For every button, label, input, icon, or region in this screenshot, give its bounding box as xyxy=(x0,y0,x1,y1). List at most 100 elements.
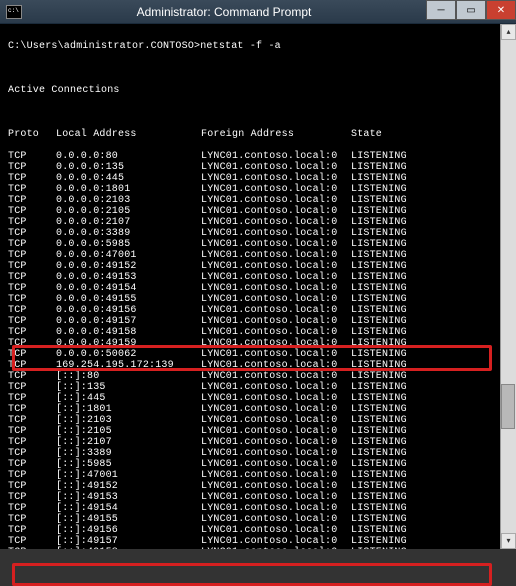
cell-foreign: LYNC01.contoso.local:0 xyxy=(201,536,351,547)
cell-local: [::]:49155 xyxy=(56,514,201,525)
cell-proto: TCP xyxy=(8,173,56,184)
cell-local: [::]:49156 xyxy=(56,525,201,536)
cell-foreign: LYNC01.contoso.local:0 xyxy=(201,481,351,492)
connection-row: TCP0.0.0.0:49154LYNC01.contoso.local:0LI… xyxy=(8,283,508,294)
cell-proto: TCP xyxy=(8,151,56,162)
minimize-button[interactable]: ─ xyxy=(426,0,456,20)
cell-state: LISTENING xyxy=(351,294,407,305)
cell-proto: TCP xyxy=(8,459,56,470)
cell-proto: TCP xyxy=(8,382,56,393)
connection-row: TCP0.0.0.0:49157LYNC01.contoso.local:0LI… xyxy=(8,316,508,327)
close-button[interactable]: ✕ xyxy=(486,0,516,20)
cell-proto: TCP xyxy=(8,360,56,371)
cell-proto: TCP xyxy=(8,206,56,217)
vertical-scrollbar[interactable]: ▴ ▾ xyxy=(500,24,516,549)
cell-state: LISTENING xyxy=(351,393,407,404)
connection-row: TCP0.0.0.0:49152LYNC01.contoso.local:0LI… xyxy=(8,261,508,272)
cell-local: [::]:445 xyxy=(56,393,201,404)
cell-local: [::]:5985 xyxy=(56,459,201,470)
connection-row: TCP[::]:1801LYNC01.contoso.local:0LISTEN… xyxy=(8,404,508,415)
connection-row: TCP0.0.0.0:50062LYNC01.contoso.local:0LI… xyxy=(8,349,508,360)
cell-foreign: LYNC01.contoso.local:0 xyxy=(201,294,351,305)
scroll-thumb[interactable] xyxy=(501,384,515,429)
window-controls: ─ ▭ ✕ xyxy=(426,0,516,23)
cell-proto: TCP xyxy=(8,184,56,195)
cell-proto: TCP xyxy=(8,404,56,415)
connection-row: TCP0.0.0.0:2103LYNC01.contoso.local:0LIS… xyxy=(8,195,508,206)
cell-proto: TCP xyxy=(8,437,56,448)
window-title: Administrator: Command Prompt xyxy=(22,5,426,19)
cell-foreign: LYNC01.contoso.local:0 xyxy=(201,349,351,360)
cell-foreign: LYNC01.contoso.local:0 xyxy=(201,470,351,481)
cell-foreign: LYNC01.contoso.local:0 xyxy=(201,503,351,514)
cell-state: LISTENING xyxy=(351,448,407,459)
cell-foreign: LYNC01.contoso.local:0 xyxy=(201,151,351,162)
connection-row: TCP0.0.0.0:49153LYNC01.contoso.local:0LI… xyxy=(8,272,508,283)
cell-foreign: LYNC01.contoso.local:0 xyxy=(201,525,351,536)
cell-local: 0.0.0.0:49156 xyxy=(56,305,201,316)
cell-local: 0.0.0.0:49158 xyxy=(56,327,201,338)
connection-row: TCP0.0.0.0:2105LYNC01.contoso.local:0LIS… xyxy=(8,206,508,217)
connection-row: TCP0.0.0.0:49159LYNC01.contoso.local:0LI… xyxy=(8,338,508,349)
cell-foreign: LYNC01.contoso.local:0 xyxy=(201,426,351,437)
connection-row: TCP[::]:135LYNC01.contoso.local:0LISTENI… xyxy=(8,382,508,393)
cell-local: 0.0.0.0:49159 xyxy=(56,338,201,349)
cell-local: 0.0.0.0:49157 xyxy=(56,316,201,327)
cell-state: LISTENING xyxy=(351,459,407,470)
connection-row: TCP[::]:49154LYNC01.contoso.local:0LISTE… xyxy=(8,503,508,514)
terminal-output[interactable]: C:\Users\administrator.CONTOSO>netstat -… xyxy=(0,24,516,549)
cell-local: [::]:2103 xyxy=(56,415,201,426)
cell-local: [::]:135 xyxy=(56,382,201,393)
cell-foreign: LYNC01.contoso.local:0 xyxy=(201,261,351,272)
window-titlebar: Administrator: Command Prompt ─ ▭ ✕ xyxy=(0,0,516,24)
cell-proto: TCP xyxy=(8,217,56,228)
cell-local: [::]:2107 xyxy=(56,437,201,448)
cell-proto: TCP xyxy=(8,503,56,514)
cell-state: LISTENING xyxy=(351,514,407,525)
cell-proto: TCP xyxy=(8,338,56,349)
cell-proto: TCP xyxy=(8,481,56,492)
cell-state: LISTENING xyxy=(351,327,407,338)
header-local: Local Address xyxy=(56,129,201,140)
cell-foreign: LYNC01.contoso.local:0 xyxy=(201,514,351,525)
cell-foreign: LYNC01.contoso.local:0 xyxy=(201,184,351,195)
cell-proto: TCP xyxy=(8,327,56,338)
connection-row: TCP0.0.0.0:3389LYNC01.contoso.local:0LIS… xyxy=(8,228,508,239)
connection-row: TCP0.0.0.0:1801LYNC01.contoso.local:0LIS… xyxy=(8,184,508,195)
connection-row: TCP0.0.0.0:49158LYNC01.contoso.local:0LI… xyxy=(8,327,508,338)
header-state: State xyxy=(351,129,382,140)
cell-state: LISTENING xyxy=(351,283,407,294)
cell-proto: TCP xyxy=(8,250,56,261)
prompt-line: C:\Users\administrator.CONTOSO>netstat -… xyxy=(8,41,508,52)
connection-row: TCP0.0.0.0:5985LYNC01.contoso.local:0LIS… xyxy=(8,239,508,250)
connection-row: TCP[::]:3389LYNC01.contoso.local:0LISTEN… xyxy=(8,448,508,459)
cell-local: [::]:47001 xyxy=(56,470,201,481)
cell-foreign: LYNC01.contoso.local:0 xyxy=(201,404,351,415)
cell-local: 0.0.0.0:50062 xyxy=(56,349,201,360)
cell-state: LISTENING xyxy=(351,338,407,349)
cell-state: LISTENING xyxy=(351,162,407,173)
cell-local: 0.0.0.0:2107 xyxy=(56,217,201,228)
cell-local: 0.0.0.0:47001 xyxy=(56,250,201,261)
cell-state: LISTENING xyxy=(351,349,407,360)
cell-foreign: LYNC01.contoso.local:0 xyxy=(201,250,351,261)
cell-proto: TCP xyxy=(8,349,56,360)
connection-row: TCP[::]:80LYNC01.contoso.local:0LISTENIN… xyxy=(8,371,508,382)
scroll-down-arrow[interactable]: ▾ xyxy=(501,533,516,549)
cell-foreign: LYNC01.contoso.local:0 xyxy=(201,371,351,382)
cell-local: 0.0.0.0:135 xyxy=(56,162,201,173)
cell-proto: TCP xyxy=(8,448,56,459)
cell-local: 169.254.195.172:139 xyxy=(56,360,201,371)
maximize-button[interactable]: ▭ xyxy=(456,0,486,20)
cell-local: [::]:80 xyxy=(56,371,201,382)
cell-local: 0.0.0.0:5985 xyxy=(56,239,201,250)
cell-foreign: LYNC01.contoso.local:0 xyxy=(201,272,351,283)
cell-local: 0.0.0.0:49152 xyxy=(56,261,201,272)
header-foreign: Foreign Address xyxy=(201,129,351,140)
connection-row: TCP[::]:445LYNC01.contoso.local:0LISTENI… xyxy=(8,393,508,404)
cell-proto: TCP xyxy=(8,239,56,250)
cell-foreign: LYNC01.contoso.local:0 xyxy=(201,338,351,349)
scroll-up-arrow[interactable]: ▴ xyxy=(501,24,516,40)
cell-state: LISTENING xyxy=(351,503,407,514)
cell-foreign: LYNC01.contoso.local:0 xyxy=(201,162,351,173)
